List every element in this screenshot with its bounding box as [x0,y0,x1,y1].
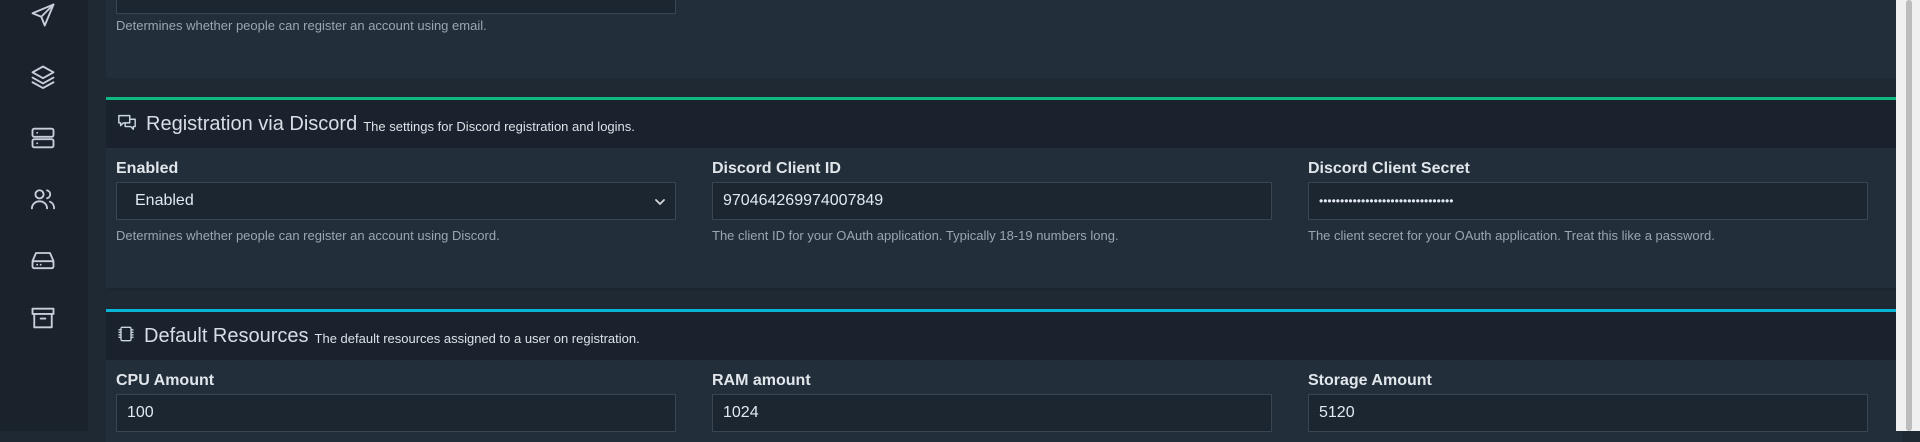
discord-client-secret-field: Discord Client Secret ••••••••••••••••••… [1308,160,1868,243]
discord-client-id-input[interactable]: 970464269974007849 [712,182,1272,220]
storage-amount-value: 5120 [1319,404,1355,421]
sidebar [0,0,89,431]
resources-box-header: Default Resources The default resources … [106,312,1902,360]
storage-amount-label: Storage Amount [1308,372,1432,389]
discord-client-secret-help: The client secret for your OAuth applica… [1308,228,1715,243]
cpu-amount-label: CPU Amount [116,372,215,389]
discord-enabled-help: Determines whether people can register a… [116,228,500,243]
discord-client-id-label: Discord Client ID [712,160,841,177]
scrollbar-thumb[interactable] [1906,0,1912,431]
resources-box-subtitle: The default resources assigned to a user… [314,330,640,346]
chevron-down-icon [655,199,665,206]
discord-client-id-help: The client ID for your OAuth application… [712,228,1119,243]
main-content: Determines whether people can register a… [88,0,1920,442]
cpu-amount-value: 100 [127,404,154,421]
email-registration-box: Determines whether people can register a… [106,0,1902,78]
scrollbar[interactable] [1896,0,1920,431]
discord-client-secret-input[interactable]: •••••••••••••••••••••••••••••••• [1308,182,1868,220]
discord-enabled-value: Enabled [135,192,194,209]
discord-client-id-value: 970464269974007849 [723,192,884,209]
ram-amount-field: RAM amount 1024 [712,372,1272,432]
discord-box-title: Registration via Discord [146,112,358,135]
send-icon[interactable] [28,0,58,30]
users-icon[interactable] [28,184,58,214]
discord-enabled-select[interactable]: Enabled [116,182,676,220]
discord-client-secret-value: •••••••••••••••••••••••••••••••• [1319,194,1454,208]
discord-client-id-field: Discord Client ID 970464269974007849 The… [712,160,1272,243]
storage-amount-field: Storage Amount 5120 [1308,372,1868,432]
cpu-amount-input[interactable]: 100 [116,394,676,432]
email-enabled-help: Determines whether people can register a… [116,18,487,33]
chat-icon [116,112,138,137]
discord-client-secret-label: Discord Client Secret [1308,160,1470,177]
discord-registration-box: Registration via Discord The settings fo… [106,97,1902,291]
archive-icon[interactable] [28,303,58,333]
storage-amount-input[interactable]: 5120 [1308,394,1868,432]
default-resources-box: Default Resources The default resources … [106,309,1902,442]
discord-box-subtitle: The settings for Discord registration an… [363,118,635,134]
resources-box-title: Default Resources [144,324,309,347]
cpu-amount-field: CPU Amount 100 [116,372,676,432]
discord-box-header: Registration via Discord The settings fo… [106,100,1902,148]
layers-icon[interactable] [28,62,58,92]
ram-amount-value: 1024 [723,404,759,421]
ram-amount-input[interactable]: 1024 [712,394,1272,432]
email-enabled-select[interactable] [116,0,676,14]
server-icon[interactable] [28,123,58,153]
discord-enabled-field: Enabled Enabled Determines whether peopl… [116,160,676,243]
discord-enabled-label: Enabled [116,160,179,177]
hard-drive-icon[interactable] [28,245,58,275]
ram-amount-label: RAM amount [712,372,811,389]
chip-icon [116,324,136,349]
